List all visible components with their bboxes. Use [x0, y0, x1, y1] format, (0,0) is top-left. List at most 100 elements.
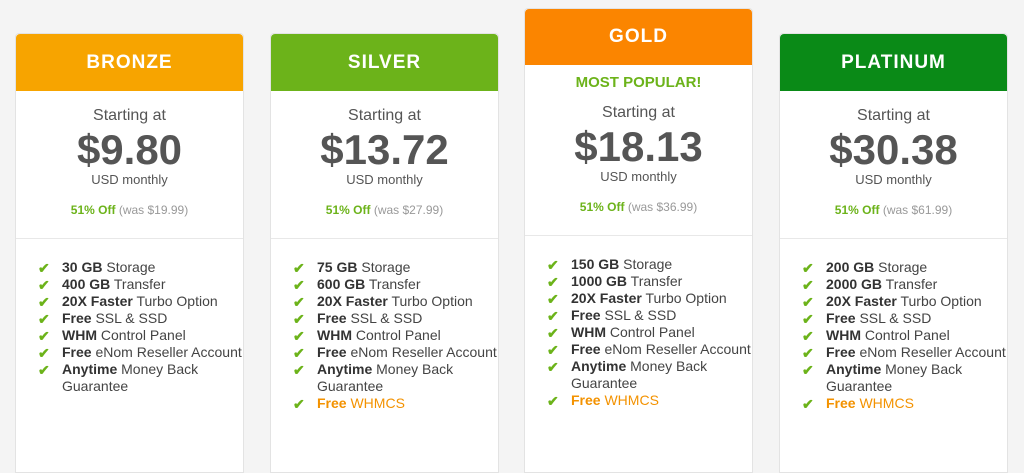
feature-highlight: 150 GB	[571, 256, 620, 272]
feature-text: Turbo Option	[896, 293, 982, 309]
starting-label: Starting at	[602, 104, 675, 121]
checkmark-icon: ✔	[802, 277, 814, 293]
feature-highlight: Free	[826, 310, 856, 326]
checkmark-icon: ✔	[802, 294, 814, 310]
checkmark-icon: ✔	[293, 328, 305, 344]
feature-item: ✔ Free WHMCS	[802, 395, 1007, 412]
feature-highlight: 20X Faster	[826, 293, 897, 309]
feature-text: Transfer	[882, 276, 938, 292]
feature-text: Transfer	[627, 273, 683, 289]
checkmark-icon: ✔	[547, 359, 559, 375]
feature-item: ✔ 30 GB Storage	[38, 259, 243, 276]
plan-card-bronze: BRONZE Starting at $9.80 USD monthly 51%…	[15, 33, 244, 473]
checkmark-icon: ✔	[802, 396, 814, 412]
feature-highlight: 200 GB	[826, 259, 875, 275]
discount-line: 51% Off (was $61.99)	[780, 187, 1007, 238]
price-period: USD monthly	[855, 172, 932, 187]
feature-item: ✔ Anytime Money Back Guarantee	[802, 361, 1007, 395]
checkmark-icon: ✔	[293, 396, 305, 412]
feature-highlight: WHM	[317, 327, 352, 343]
most-popular-badge: MOST POPULAR!	[575, 74, 702, 91]
checkmark-icon: ✔	[38, 345, 50, 361]
feature-item: ✔ Free WHMCS	[547, 392, 752, 409]
discount-percent: 51% Off	[70, 203, 116, 217]
original-price: (was $36.99)	[627, 200, 698, 214]
feature-list: ✔ 75 GB Storage ✔ 600 GB Transfer ✔ 20X Faste…	[271, 239, 498, 472]
feature-text: Turbo Option	[387, 293, 473, 309]
feature-highlight: Free	[317, 344, 347, 360]
feature-text: SSL & SSD	[855, 310, 932, 326]
feature-highlight: 1000 GB	[571, 273, 628, 289]
feature-item: ✔ Free SSL & SSD	[802, 310, 1007, 327]
feature-text: Storage	[102, 259, 156, 275]
feature-text: eNom Reseller Account	[346, 344, 497, 360]
feature-highlight: 20X Faster	[317, 293, 388, 309]
feature-highlight: 20X Faster	[62, 293, 133, 309]
feature-text: eNom Reseller Account	[600, 341, 751, 357]
original-price: (was $61.99)	[882, 203, 953, 217]
discount-line: 51% Off (was $36.99)	[525, 184, 752, 235]
plan-name: GOLD	[609, 26, 668, 47]
feature-text: eNom Reseller Account	[91, 344, 242, 360]
feature-item: ✔ WHM Control Panel	[802, 327, 1007, 344]
checkmark-icon: ✔	[802, 311, 814, 327]
checkmark-icon: ✔	[547, 291, 559, 307]
checkmark-icon: ✔	[38, 362, 50, 378]
feature-highlight: WHM	[571, 324, 606, 340]
feature-highlight: 30 GB	[62, 259, 103, 275]
feature-text: eNom Reseller Account	[855, 344, 1006, 360]
feature-highlight: 2000 GB	[826, 276, 883, 292]
price-period: USD monthly	[600, 169, 677, 184]
feature-highlight: Free	[571, 341, 601, 357]
plan-header-silver: SILVER	[271, 34, 498, 91]
feature-item: ✔ WHM Control Panel	[547, 324, 752, 341]
feature-highlight: Anytime	[571, 358, 627, 374]
plan-header-bronze: BRONZE	[16, 34, 243, 91]
feature-item: ✔ 200 GB Storage	[802, 259, 1007, 276]
plan-header-platinum: PLATINUM	[780, 34, 1007, 91]
price-period: USD monthly	[91, 172, 168, 187]
feature-text: SSL & SSD	[600, 307, 677, 323]
discount-percent: 51% Off	[834, 203, 880, 217]
feature-highlight: WHM	[826, 327, 861, 343]
checkmark-icon: ✔	[802, 345, 814, 361]
feature-item: ✔ 1000 GB Transfer	[547, 273, 752, 290]
plan-name: BRONZE	[86, 51, 173, 73]
feature-list: ✔ 200 GB Storage ✔ 2000 GB Transfer ✔ 20X Fas…	[780, 239, 1007, 472]
feature-item: ✔ 75 GB Storage	[293, 259, 498, 276]
price: $18.13	[574, 123, 703, 170]
feature-highlight: Free	[571, 307, 601, 323]
price: $9.80	[76, 126, 183, 173]
feature-item: ✔ Free eNom Reseller Account	[547, 341, 752, 358]
feature-item: ✔ Free eNom Reseller Account	[38, 344, 243, 361]
checkmark-icon: ✔	[38, 277, 50, 293]
feature-item: ✔ Anytime Money Back Guarantee	[38, 361, 243, 395]
checkmark-icon: ✔	[38, 328, 50, 344]
checkmark-icon: ✔	[38, 260, 50, 276]
feature-text: Transfer	[365, 276, 421, 292]
checkmark-icon: ✔	[293, 345, 305, 361]
starting-label: Starting at	[348, 107, 421, 124]
feature-highlight: 20X Faster	[571, 290, 642, 306]
checkmark-icon: ✔	[802, 328, 814, 344]
price-box: Starting at $18.13 USD monthly 51% Off (…	[525, 95, 752, 236]
feature-text: Transfer	[110, 276, 166, 292]
feature-item: ✔ WHM Control Panel	[293, 327, 498, 344]
price: $30.38	[829, 126, 958, 173]
checkmark-icon: ✔	[293, 277, 305, 293]
checkmark-icon: ✔	[547, 325, 559, 341]
price-period: USD monthly	[346, 172, 423, 187]
discount-line: 51% Off (was $27.99)	[271, 187, 498, 238]
plan-header-gold: GOLD	[525, 9, 752, 65]
feature-text: WHMCS	[600, 392, 659, 408]
feature-text: Storage	[874, 259, 928, 275]
feature-text: SSL & SSD	[346, 310, 423, 326]
feature-highlight: Free	[317, 310, 347, 326]
checkmark-icon: ✔	[38, 294, 50, 310]
feature-item: ✔ Free SSL & SSD	[38, 310, 243, 327]
feature-item: ✔ 600 GB Transfer	[293, 276, 498, 293]
feature-highlight: 400 GB	[62, 276, 111, 292]
feature-text: Turbo Option	[132, 293, 218, 309]
checkmark-icon: ✔	[293, 362, 305, 378]
feature-item: ✔ 20X Faster Turbo Option	[802, 293, 1007, 310]
